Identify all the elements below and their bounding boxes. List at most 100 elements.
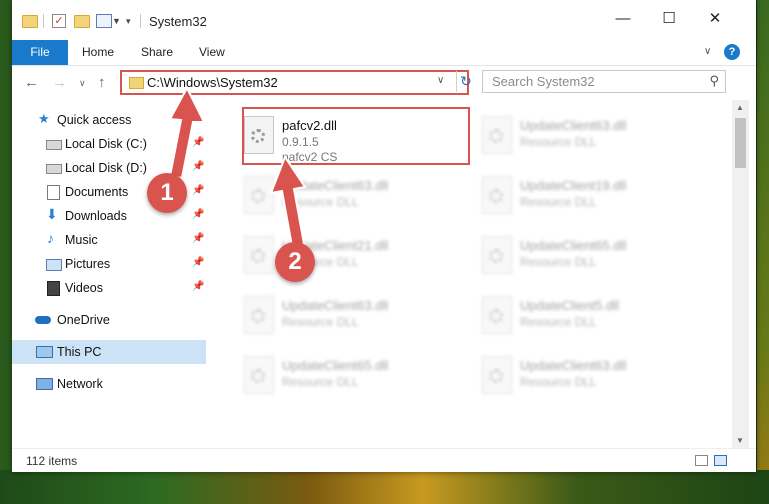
file-description: Resource DLL <box>520 255 597 269</box>
dll-file-icon <box>482 236 512 274</box>
navigation-bar: ← → ∨ ↑ C:\Windows\System32 ∨ ↻ Search S… <box>12 66 756 100</box>
pin-icon[interactable]: 📌 <box>192 185 204 196</box>
search-input[interactable]: Search System32 ⚲ <box>482 70 726 93</box>
pin-icon[interactable]: 📌 <box>192 161 204 172</box>
file-tile[interactable]: UpdateClient65.dll Resource DLL <box>232 348 462 404</box>
sidebar-item-pictures[interactable]: Pictures 📌 <box>12 252 206 276</box>
file-tile[interactable]: UpdateClient21.dll Resource DLL <box>232 228 462 284</box>
file-description: Resource DLL <box>520 375 597 389</box>
pin-icon[interactable]: 📌 <box>192 281 204 292</box>
new-folder-icon[interactable] <box>74 15 90 28</box>
title-bar: ✓ ▼ ▾ System32 — ☐ ✕ <box>12 0 756 40</box>
window-title: System32 <box>149 14 207 29</box>
chevron-down-icon[interactable]: ▼ <box>112 16 121 32</box>
music-icon: ♪ <box>47 230 54 246</box>
properties-check-icon[interactable]: ✓ <box>52 14 66 28</box>
explorer-window: ✓ ▼ ▾ System32 — ☐ ✕ File Home Share Vie… <box>12 0 756 472</box>
step-2-badge: 2 <box>275 242 315 282</box>
file-description: Resource DLL <box>520 135 597 149</box>
file-name: UpdateClient63.dll <box>282 298 389 313</box>
file-tile[interactable]: UpdateClient63.dll Resource DLL <box>470 108 700 164</box>
pin-icon[interactable]: 📌 <box>192 233 204 244</box>
ribbon: File Home Share View ∨ ? <box>12 40 756 66</box>
file-tile[interactable]: UpdateClient63.dll Resource DLL <box>232 168 462 224</box>
tab-share[interactable]: Share <box>141 40 173 65</box>
computer-icon <box>36 346 53 358</box>
file-tile[interactable]: UpdateClient65.dll Resource DLL <box>470 228 700 284</box>
dll-file-icon <box>482 176 512 214</box>
recent-locations-chevron-icon[interactable]: ∨ <box>79 78 86 89</box>
video-icon <box>47 281 60 296</box>
refresh-icon[interactable]: ↻ <box>456 71 475 92</box>
customize-toolbar-icon[interactable]: ▾ <box>126 16 131 32</box>
network-icon <box>36 378 53 390</box>
scroll-down-icon[interactable]: ▼ <box>736 436 744 445</box>
star-icon: ★ <box>38 111 50 126</box>
item-count: 112 items <box>26 454 78 468</box>
file-description: Resource DLL <box>520 195 597 209</box>
maximize-button[interactable]: ☐ <box>658 8 680 30</box>
close-button[interactable]: ✕ <box>704 8 726 30</box>
minimize-button[interactable]: — <box>612 8 634 30</box>
file-name: UpdateClient63.dll <box>282 178 389 193</box>
folder-icon <box>129 77 144 89</box>
folder-icon[interactable] <box>22 15 38 28</box>
sidebar-item-network[interactable]: Network <box>12 372 206 396</box>
sidebar-item-quick-access[interactable]: ★ Quick access <box>12 108 206 132</box>
sidebar-item-this-pc[interactable]: This PC <box>12 340 206 364</box>
scroll-up-icon[interactable]: ▲ <box>736 103 744 112</box>
address-path[interactable]: C:\Windows\System32 <box>147 75 278 90</box>
tab-file[interactable]: File <box>12 40 68 65</box>
highlight-box <box>242 107 470 165</box>
tab-view[interactable]: View <box>199 40 225 65</box>
file-tile[interactable]: UpdateClient63.dll Resource DLL <box>470 348 700 404</box>
search-icon[interactable]: ⚲ <box>709 73 719 89</box>
document-icon <box>47 185 60 200</box>
file-name: UpdateClient65.dll <box>520 238 627 253</box>
help-icon[interactable]: ? <box>724 44 740 60</box>
download-icon: ⬇ <box>46 206 58 222</box>
dll-file-icon <box>244 176 274 214</box>
pin-icon[interactable]: 📌 <box>192 137 204 148</box>
file-description: Resource DLL <box>282 315 359 329</box>
sidebar-item-music[interactable]: ♪ Music 📌 <box>12 228 206 252</box>
properties-icon[interactable] <box>96 14 112 28</box>
file-name: UpdateClient65.dll <box>282 358 389 373</box>
dll-file-icon <box>244 236 274 274</box>
step-1-badge: 1 <box>147 173 187 213</box>
file-description: Resource DLL <box>282 195 359 209</box>
tab-home[interactable]: Home <box>82 40 114 65</box>
picture-icon <box>46 259 62 271</box>
dll-file-icon <box>482 116 512 154</box>
forward-arrow-icon[interactable]: → <box>52 74 67 91</box>
back-arrow-icon[interactable]: ← <box>24 74 39 91</box>
sidebar-item-videos[interactable]: Videos 📌 <box>12 276 206 300</box>
dll-file-icon <box>482 356 512 394</box>
pin-icon[interactable]: 📌 <box>192 209 204 220</box>
drive-icon <box>46 164 62 174</box>
large-icons-view-icon[interactable] <box>714 455 727 466</box>
dll-file-icon <box>482 296 512 334</box>
file-tile[interactable]: UpdateClient5.dll Resource DLL <box>470 288 700 344</box>
file-name: UpdateClient63.dll <box>520 118 627 133</box>
details-view-icon[interactable] <box>695 455 708 466</box>
desktop-background-right <box>757 0 769 504</box>
address-bar[interactable]: C:\Windows\System32 ∨ ↻ <box>120 70 472 95</box>
sidebar-item-local-disk-c[interactable]: Local Disk (C:) 📌 <box>12 132 206 156</box>
chevron-down-icon[interactable]: ∨ <box>437 75 444 86</box>
pin-icon[interactable]: 📌 <box>192 257 204 268</box>
toolbar-separator <box>43 14 44 28</box>
status-bar: 112 items <box>12 448 756 472</box>
dll-file-icon <box>244 356 274 394</box>
file-tile[interactable]: UpdateClient63.dll Resource DLL <box>232 288 462 344</box>
cloud-icon <box>35 316 51 324</box>
chevron-down-icon[interactable]: ∨ <box>704 46 711 57</box>
file-tile[interactable]: UpdateClient19.dll Resource DLL <box>470 168 700 224</box>
vertical-scrollbar[interactable]: ▲ ▼ <box>732 100 749 448</box>
up-arrow-icon[interactable]: ↑ <box>98 74 106 91</box>
drive-icon <box>46 140 62 150</box>
file-name: UpdateClient63.dll <box>520 358 627 373</box>
sidebar-item-onedrive[interactable]: OneDrive <box>12 308 206 332</box>
scrollbar-thumb[interactable] <box>735 118 746 168</box>
desktop-background-bottom <box>0 470 769 504</box>
